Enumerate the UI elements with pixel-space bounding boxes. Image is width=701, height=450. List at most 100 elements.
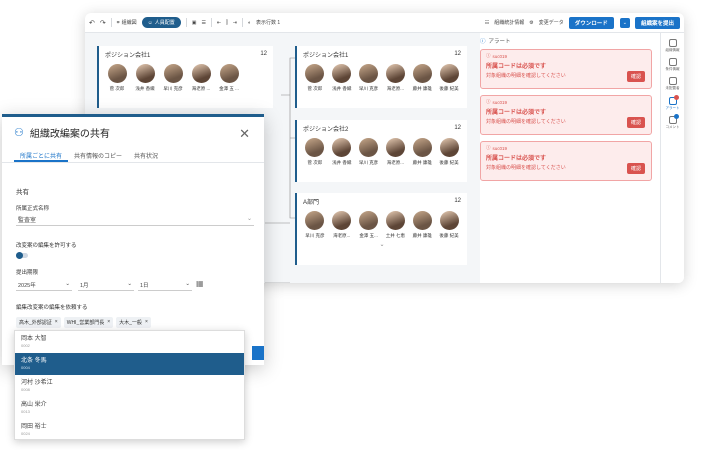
person[interactable]: 後藤 紀美 — [437, 138, 461, 166]
tab-share-status[interactable]: 共有状況 — [128, 147, 164, 162]
person[interactable]: 浅井 香織 — [133, 64, 157, 92]
expand-chevron-icon[interactable]: ⌄ — [297, 241, 467, 248]
chevron-down-icon[interactable]: ⌄ — [619, 17, 630, 28]
position-card[interactable]: ポジション会社1 12 菅 次郎 浅井 香織 早川 克彦 海老原... 藤井 康雄… — [295, 46, 467, 108]
person-name: 菅 次郎 — [307, 160, 323, 165]
submit-plan-button[interactable]: 組織案を提出 — [634, 16, 680, 29]
user-code: 0002 — [21, 343, 30, 348]
person[interactable]: 藤井 康雄 — [410, 211, 434, 239]
person[interactable]: 浅井 香織 — [330, 138, 354, 166]
person[interactable]: 菅 次郎 — [105, 64, 129, 92]
position-card[interactable]: ポジション会社2 12 菅 次郎 浅井 香織 早川 克彦 海老原... 藤井 康雄… — [295, 120, 467, 182]
org-chart-label: 組織図 — [121, 20, 137, 26]
columns-select[interactable]: 表示行数 1 — [256, 19, 280, 26]
confirm-button[interactable]: 確認 — [626, 163, 645, 174]
person[interactable]: 金澤 五... — [357, 211, 381, 239]
chevron-down-icon: ⌄ — [185, 281, 190, 287]
sidebar-item-org-info[interactable]: 組織情報 — [661, 39, 684, 52]
person[interactable]: 土井 七恵 — [383, 211, 407, 239]
sidebar-item-alert[interactable]: アラート — [661, 94, 684, 110]
avatar — [163, 64, 183, 83]
person[interactable]: 浅井 香織 — [330, 64, 354, 92]
sidebar-item-unassigned[interactable]: 未配置者 — [661, 77, 684, 90]
person[interactable]: 早川 克彦 — [303, 211, 327, 239]
requester-input[interactable]: 高木_外部認証 × WHI_営業部門長 × 大木_一般 × — [16, 315, 244, 331]
year-select[interactable]: 2025年 ⌄ — [16, 278, 72, 291]
confirm-button[interactable]: 確認 — [626, 117, 645, 128]
person-name: 海老原 ... — [191, 86, 211, 91]
alert-code: suc019 — [492, 53, 508, 59]
person[interactable]: 後藤 紀美 — [437, 64, 461, 92]
alert-detail: 対象組織の明細を確認してください — [486, 73, 566, 79]
person[interactable]: 菅 次郎 — [303, 138, 327, 166]
frame-icon[interactable]: ▣ — [192, 20, 197, 26]
department-card[interactable]: A部門 12 早川 克彦 海老原... 金澤 五... 土井 七恵 藤井 康雄 後… — [295, 193, 467, 265]
person-name: 早川 克彦 — [358, 160, 379, 165]
person[interactable]: 海老原... — [383, 64, 407, 92]
list-item[interactable]: 岡本 大智 0002 — [15, 331, 244, 353]
align-center-icon[interactable]: ⫿ — [226, 20, 228, 26]
person-name: 早川 克彦 — [305, 233, 325, 238]
user-code: 0013 — [21, 409, 30, 414]
alert-detail: 対象組織の明細を確認してください — [486, 165, 566, 171]
list-item[interactable]: 河村 沙希江 0008 — [15, 375, 244, 397]
day-select[interactable]: 1日 ⌄ — [138, 278, 192, 291]
align-left-icon[interactable]: ⇤ — [217, 20, 221, 26]
position-card[interactable]: ポジション会社1 12 菅 次郎 浅井 香織 早川 克彦 海老原 ... 金澤 五… — [97, 46, 273, 108]
day-value: 1日 — [140, 283, 149, 289]
placement-button[interactable]: ☺ 人員配置 — [141, 17, 181, 28]
person[interactable]: 藤井 康雄 — [410, 138, 434, 166]
person[interactable]: 藤井 康雄 — [410, 64, 434, 92]
person[interactable]: 菅 次郎 — [303, 64, 327, 92]
view-icon[interactable]: ◐ — [248, 20, 251, 26]
month-select[interactable]: 1月 ⌄ — [78, 278, 134, 291]
person[interactable]: 海老原... — [383, 138, 407, 166]
redo-icon[interactable]: ↷ — [100, 19, 106, 27]
stats-button[interactable]: 組織統計情報 — [494, 19, 524, 26]
change-data-button[interactable]: 変更データ — [539, 19, 564, 26]
person[interactable]: 早川 克彦 — [357, 138, 381, 166]
person[interactable]: 金澤 五 ... — [217, 64, 241, 92]
calendar-icon[interactable]: ▦ — [196, 279, 204, 288]
person-name: 海老原... — [333, 233, 351, 238]
confirm-button[interactable]: 確認 — [626, 71, 645, 82]
org-chart-button[interactable]: ⌗ 組織図 — [116, 19, 137, 27]
section-title: 共有 — [16, 189, 29, 196]
list-icon[interactable]: ☰ — [201, 20, 205, 26]
person[interactable]: 早川 克彦 — [161, 64, 185, 92]
avatar — [359, 138, 379, 157]
requester-label: 編集改変案の編集を依頼する — [16, 305, 88, 311]
org-chart-icon: ⌗ — [116, 19, 120, 26]
person-name: 藤井 康雄 — [412, 86, 432, 91]
avatar — [412, 138, 432, 157]
person-name: 藤井 康雄 — [412, 160, 432, 165]
remove-chip-icon[interactable]: × — [55, 319, 58, 326]
person[interactable]: 海老原 ... — [189, 64, 213, 92]
deadline-label: 提出期限 — [16, 270, 39, 276]
tab-copy-share-info[interactable]: 共有情報のコピー — [68, 147, 128, 162]
download-button[interactable]: ダウンロード — [568, 16, 614, 29]
remove-chip-icon[interactable]: × — [107, 319, 110, 326]
dept-select[interactable]: 監査室 ⌄ — [16, 212, 254, 226]
avatar — [412, 211, 432, 230]
alert-item: ⓘ suc019 所属コードは必須です 対象組織の明細を確認してください 確認 — [480, 141, 652, 181]
sidebar-item-conditions[interactable]: 条件情報 — [661, 58, 684, 71]
user-code: 0004 — [21, 365, 30, 370]
align-right-icon[interactable]: ⇥ — [233, 20, 237, 26]
chip-label: 大木_一般 — [119, 320, 142, 326]
undo-icon[interactable]: ↶ — [89, 19, 95, 27]
person[interactable]: 海老原... — [330, 211, 354, 239]
submit-button[interactable] — [252, 346, 264, 360]
person[interactable]: 後藤 紀美 — [437, 211, 461, 239]
tab-share-by-dept[interactable]: 所属ごとに共有 — [14, 147, 69, 162]
person[interactable]: 早川 克彦 — [357, 64, 381, 92]
close-icon[interactable]: ✕ — [239, 126, 250, 142]
list-item[interactable]: 岡田 裕士 0024 — [15, 419, 244, 439]
dept-label: 所属正式名称 — [16, 206, 50, 212]
list-item[interactable]: 北条 冬馬 0004 — [15, 353, 244, 375]
remove-chip-icon[interactable]: × — [145, 319, 148, 326]
user-code: 0024 — [21, 431, 30, 436]
list-item[interactable]: 高山 栄介 0013 — [15, 397, 244, 419]
edit-permission-toggle[interactable] — [16, 252, 28, 259]
sidebar-item-comment[interactable]: コメント — [661, 113, 684, 129]
